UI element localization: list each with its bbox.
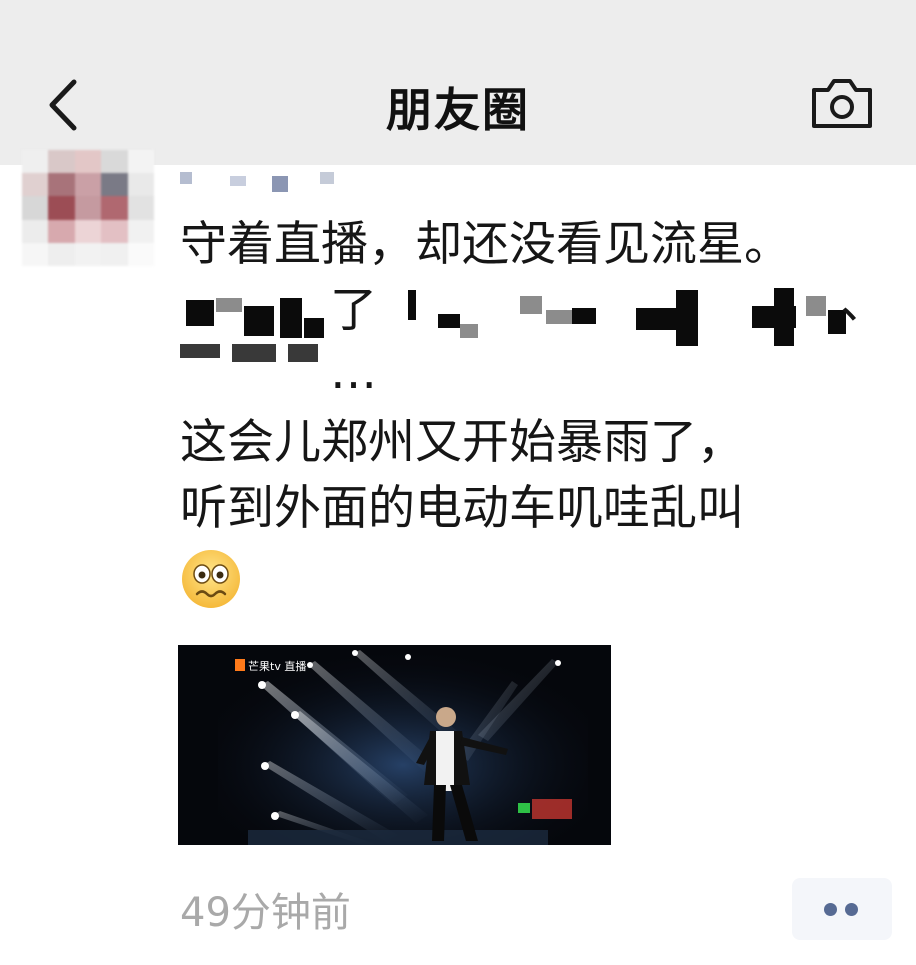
- navbar: 朋友圈: [0, 0, 916, 165]
- video-frame-image: 芒果tv 直播: [178, 645, 611, 845]
- camera-icon: [812, 79, 872, 128]
- post-line-2-end: 、: [840, 275, 887, 330]
- more-options-button[interactable]: [792, 878, 892, 940]
- video-watermark: 芒果tv 直播: [248, 659, 306, 673]
- more-dots-icon: [824, 903, 837, 916]
- author-name-redacted[interactable]: [180, 162, 350, 192]
- post-line-2-visible: 了: [330, 283, 377, 338]
- page-title: 朋友圈: [386, 83, 530, 137]
- post-line-5: 听到外面的电动车叽哇乱叫: [180, 481, 744, 536]
- post-line-2-redacted: 了 、: [180, 275, 900, 346]
- avatar[interactable]: [22, 150, 154, 266]
- post-timestamp: 49分钟前: [180, 890, 351, 936]
- post-line-4: 这会儿郑州又开始暴雨了，: [180, 415, 744, 470]
- post-content: 守着直播，却还没看见流星。 了 、 … 这会儿郑州又开始暴雨了， 听到外面的电动…: [180, 212, 900, 542]
- video-thumbnail[interactable]: 芒果tv 直播: [178, 645, 611, 845]
- camera-button[interactable]: [808, 76, 876, 132]
- post-line-3-truncated: …: [180, 344, 900, 410]
- post-line-1: 守着直播，却还没看见流星。: [180, 217, 791, 272]
- worried-face-icon: [182, 550, 240, 608]
